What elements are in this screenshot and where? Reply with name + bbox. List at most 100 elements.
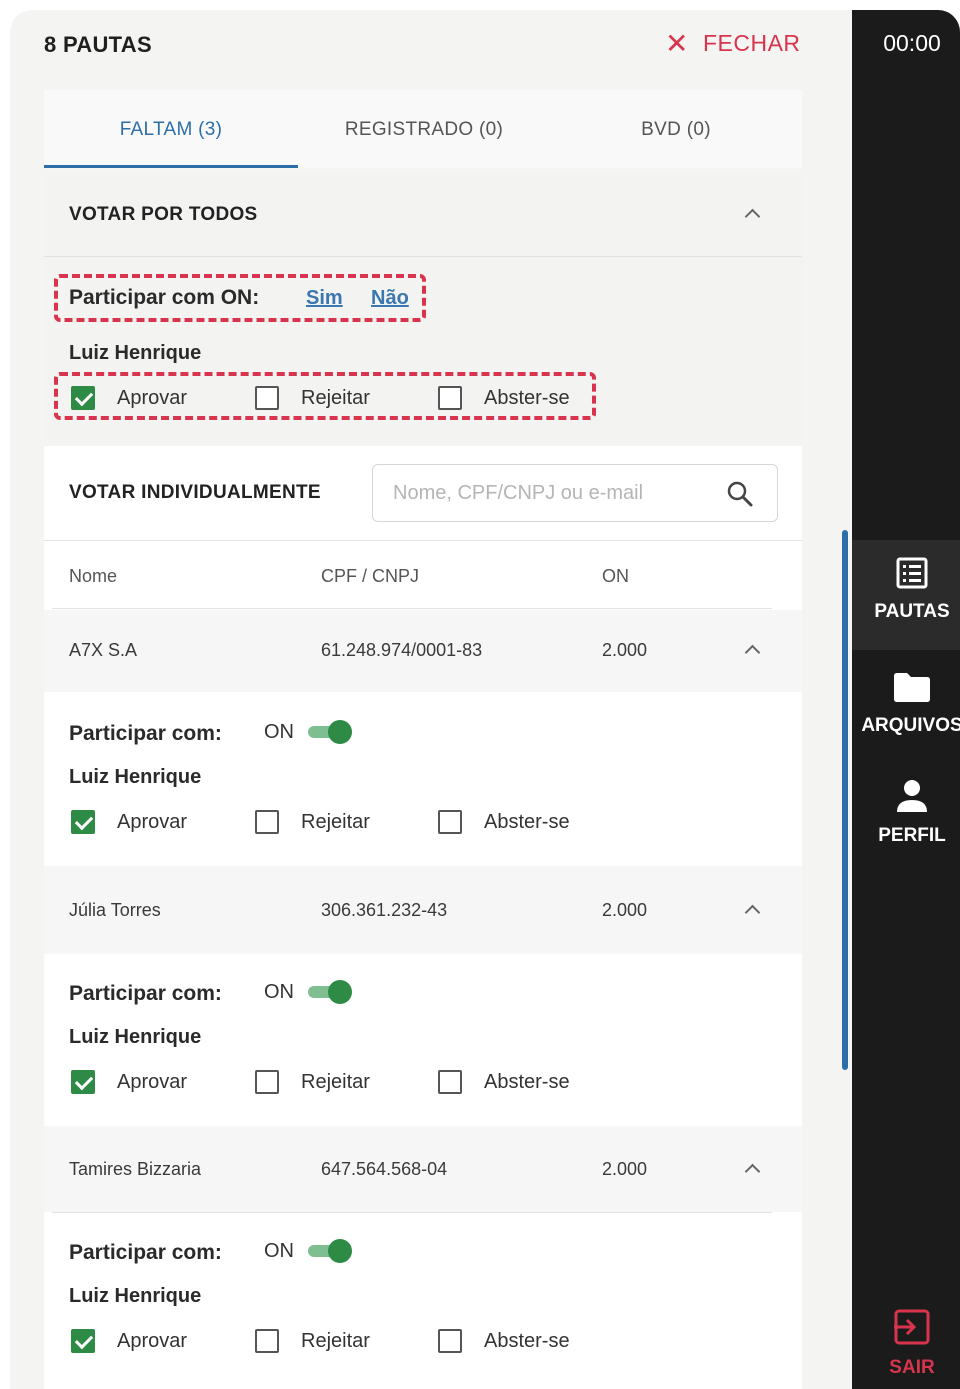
tab-faltam[interactable]: FALTAM (3) — [44, 90, 298, 168]
toggle-switch[interactable] — [308, 720, 352, 744]
option-label: Aprovar — [117, 810, 188, 833]
checkbox[interactable] — [438, 810, 462, 834]
chevron-up-icon[interactable] — [742, 640, 762, 660]
row-details: Participar com: ON Luiz Henrique Aprovar… — [44, 1213, 802, 1383]
user-icon — [897, 780, 927, 812]
row-nome: Júlia Torres — [69, 900, 161, 920]
close-button[interactable]: ✕ FECHAR — [665, 27, 801, 59]
option-label: Aprovar — [117, 386, 188, 409]
checkbox[interactable] — [255, 386, 279, 410]
on-toggle[interactable]: ON — [264, 720, 352, 744]
checkbox-checked[interactable] — [71, 1329, 95, 1353]
sidebar: 00:00 PAUTAS ARQUIVOS PERFIL SAIR — [842, 10, 960, 1389]
option-abster[interactable]: Abster-se — [438, 1329, 570, 1353]
tab-registrado[interactable]: REGISTRADO (0) — [298, 90, 550, 168]
row-details: Participar com: ON Luiz Henrique Aprovar… — [44, 692, 802, 864]
option-label: Rejeitar — [301, 386, 370, 409]
page-title: 8 PAUTAS — [44, 32, 152, 57]
close-label: FECHAR — [702, 30, 801, 56]
toggle-switch[interactable] — [308, 980, 352, 1004]
option-label: Abster-se — [484, 1070, 570, 1093]
table-row[interactable]: A7X S.A 61.248.974/0001-83 2.000 — [44, 610, 802, 692]
option-abster[interactable]: Abster-se — [438, 1070, 570, 1094]
checkbox-checked[interactable] — [71, 810, 95, 834]
search-icon[interactable] — [725, 479, 755, 509]
divider — [52, 608, 772, 609]
option-label: Rejeitar — [301, 1329, 370, 1352]
row-on: 2.000 — [602, 1159, 648, 1179]
close-icon: ✕ — [665, 27, 689, 59]
folder-icon — [894, 673, 930, 702]
participar-label: Participar com ON: — [69, 286, 260, 309]
option-aprovar[interactable]: Aprovar — [71, 810, 187, 834]
toggle-label: ON — [264, 980, 294, 1003]
option-abster[interactable]: Abster-se — [438, 386, 570, 410]
checkbox[interactable] — [438, 1070, 462, 1094]
option-abster[interactable]: Abster-se — [438, 810, 570, 834]
timer: 00:00 — [883, 30, 941, 56]
scrollbar[interactable] — [842, 530, 848, 1070]
toggle-switch[interactable] — [308, 1239, 352, 1263]
participar-label: Participar com: — [69, 722, 222, 745]
person-name: Luiz Henrique — [69, 1026, 202, 1048]
option-label: Aprovar — [117, 1070, 188, 1093]
checkbox[interactable] — [255, 1070, 279, 1094]
divider — [44, 256, 802, 257]
participar-label: Participar com: — [69, 982, 222, 1005]
search-field[interactable] — [372, 464, 778, 522]
participar-label: Participar com: — [69, 1241, 222, 1264]
checkbox[interactable] — [255, 1329, 279, 1353]
option-aprovar[interactable]: Aprovar — [71, 1329, 187, 1353]
checkbox-checked[interactable] — [71, 386, 95, 410]
checkbox[interactable] — [255, 810, 279, 834]
checkbox[interactable] — [438, 1329, 462, 1353]
table-row[interactable]: Júlia Torres 306.361.232-43 2.000 — [44, 866, 802, 954]
sidebar-item-label: PERFIL — [878, 825, 946, 846]
logout-button[interactable]: SAIR — [852, 1308, 960, 1379]
row-doc: 61.248.974/0001-83 — [321, 640, 483, 660]
option-label: Abster-se — [484, 1329, 570, 1352]
person-name: Luiz Henrique — [69, 766, 202, 788]
chevron-up-icon[interactable] — [742, 204, 762, 224]
column-header-nome: Nome — [69, 566, 118, 586]
option-label: Abster-se — [484, 386, 570, 409]
option-rejeitar[interactable]: Rejeitar — [255, 810, 370, 834]
sidebar-item-pautas[interactable]: PAUTAS — [852, 540, 960, 650]
chevron-up-icon[interactable] — [742, 900, 762, 920]
sidebar-item-arquivos[interactable]: ARQUIVOS — [852, 660, 960, 760]
divider — [44, 540, 802, 541]
option-aprovar[interactable]: Aprovar — [71, 1070, 187, 1094]
option-aprovar[interactable]: Aprovar — [71, 386, 187, 410]
column-header-doc: CPF / CNPJ — [321, 566, 420, 586]
option-label: Rejeitar — [301, 810, 370, 833]
tab-bvd[interactable]: BVD (0) — [550, 90, 802, 168]
row-nome: A7X S.A — [69, 640, 138, 660]
pautas-panel: 8 PAUTAS ✕ FECHAR FALTAM (3) REGISTRADO … — [10, 10, 852, 1389]
sidebar-item-perfil[interactable]: PERFIL — [852, 772, 960, 872]
panel-header: 8 PAUTAS ✕ FECHAR — [10, 10, 852, 80]
table-row[interactable]: Tamires Bizzaria 647.564.568-04 2.000 — [44, 1126, 802, 1212]
list-icon — [896, 557, 928, 589]
sidebar-item-label: PAUTAS — [874, 601, 950, 622]
logout-icon — [894, 1309, 930, 1345]
on-toggle[interactable]: ON — [264, 1239, 352, 1263]
option-rejeitar[interactable]: Rejeitar — [255, 386, 370, 410]
option-label: Aprovar — [117, 1329, 188, 1352]
chevron-up-icon[interactable] — [742, 1159, 762, 1179]
row-nome: Tamires Bizzaria — [69, 1159, 202, 1179]
option-rejeitar[interactable]: Rejeitar — [255, 1070, 370, 1094]
tab-bar: FALTAM (3) REGISTRADO (0) BVD (0) — [44, 90, 802, 168]
checkbox[interactable] — [438, 386, 462, 410]
on-toggle[interactable]: ON — [264, 980, 352, 1004]
votar-individual-section: VOTAR INDIVIDUALMENTE Nome CPF / CNPJ ON… — [44, 446, 802, 1389]
nao-link[interactable]: Não — [371, 287, 409, 310]
option-rejeitar[interactable]: Rejeitar — [255, 1329, 370, 1353]
sim-link[interactable]: Sim — [306, 287, 343, 310]
person-name: Luiz Henrique — [69, 1285, 202, 1307]
column-header-on: ON — [602, 566, 629, 586]
row-on: 2.000 — [602, 900, 648, 920]
person-name: Luiz Henrique — [69, 342, 202, 364]
checkbox-checked[interactable] — [71, 1070, 95, 1094]
search-input[interactable] — [393, 475, 713, 511]
votar-todos-section: VOTAR POR TODOS Participar com ON: Sim N… — [44, 172, 802, 440]
